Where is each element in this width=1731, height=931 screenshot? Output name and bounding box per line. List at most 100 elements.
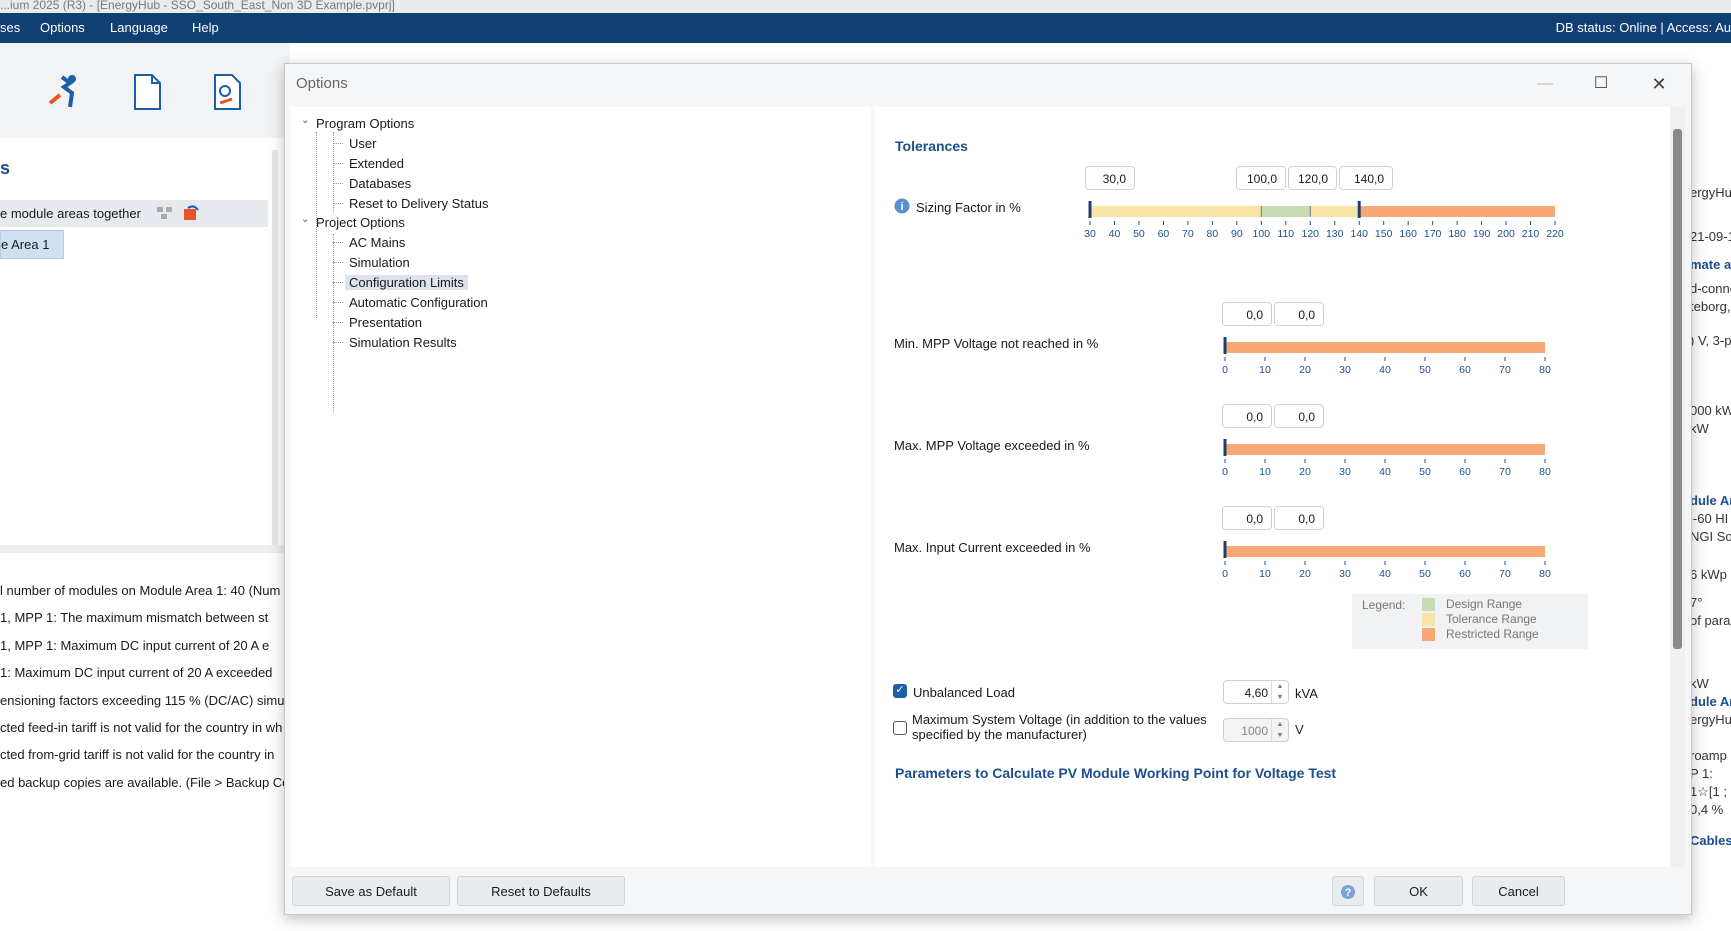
axis-tick-label: 0 [1222,568,1228,577]
help-button[interactable]: ? [1332,876,1364,906]
cancel-button[interactable]: Cancel [1472,876,1565,906]
axis-tick-label: 50 [1419,466,1431,475]
tree-node-program-options[interactable]: Program Options [316,116,414,131]
tree-collapse-icon[interactable]: ⌄ [301,214,309,225]
menu-item-ses[interactable]: ses [0,20,20,35]
unbalanced-load-checkbox[interactable]: ✓ [893,684,907,698]
tree-node-ac-mains[interactable]: AC Mains [349,235,405,250]
max-system-voltage-label: Maximum System Voltage (in addition to t… [912,712,1207,742]
project-summary-pane: ergyHu 21-09-1 mate a d-conne teborg,) V, 3-… [1690,43,1731,931]
maximize-icon[interactable]: ☐ [1591,74,1611,94]
menu-item-options[interactable]: Options [40,20,85,35]
unbalanced-load-unit: kVA [1295,686,1318,701]
min-mpp-field-1[interactable]: 0,0 [1222,302,1272,326]
axis-tick-label: 50 [1133,228,1145,237]
max-mpp-field-1[interactable]: 0,0 [1222,404,1272,428]
open-document-icon[interactable] [210,73,244,111]
tree-node-databases[interactable]: Databases [349,176,411,191]
summary-fragment: ergyHu [1690,712,1731,727]
message-item[interactable]: l number of modules on Module Area 1: 40… [0,583,280,598]
legend-tolerance-label: Tolerance Range [1446,612,1537,626]
axis-tick-label: 70 [1499,466,1511,475]
module-areas-label: e module areas together [0,206,141,221]
message-item[interactable]: cted feed-in tariff is not valid for the… [0,720,282,735]
tree-collapse-icon[interactable]: ⌄ [301,115,309,126]
summary-fragment: kW [1690,421,1709,436]
tree-node-presentation[interactable]: Presentation [349,315,422,330]
tree-node-simulation[interactable]: Simulation [349,255,410,270]
summary-fragment: 1☆[1 ; [1690,784,1727,799]
min-mpp-field-2[interactable]: 0,0 [1274,302,1324,326]
message-item[interactable]: 1: Maximum DC input current of 20 A exce… [0,665,272,680]
axis-tick-label: 60 [1459,466,1471,475]
axis-tick-label: 130 [1326,228,1344,237]
close-icon[interactable]: ✕ [1649,74,1669,94]
tree-node-reset-delivery[interactable]: Reset to Delivery Status [349,196,488,211]
axis-tick-label: 100 [1253,228,1271,237]
max-input-current-range-bar[interactable]: 0 10 20 30 40 50 60 70 80 [1215,531,1565,577]
module-area-edit-icon[interactable] [182,204,200,222]
max-current-field-2[interactable]: 0,0 [1274,506,1324,530]
max-system-voltage-spinner[interactable]: 1000 ▲ ▼ [1223,718,1289,742]
spinner-arrows-icon[interactable]: ▲ ▼ [1271,719,1288,741]
pane-splitter[interactable] [0,545,285,553]
axis-tick-label: 30 [1339,364,1351,373]
message-item[interactable]: 1, MPP 1: The maximum mismatch between s… [0,610,268,625]
tree-node-extended[interactable]: Extended [349,156,404,171]
run-icon[interactable] [48,73,82,111]
axis-tick-label: 80 [1539,568,1551,577]
info-icon[interactable]: i [894,198,910,214]
axis-tick-label: 70 [1499,364,1511,373]
tree-node-project-options[interactable]: Project Options [316,215,405,230]
axis-tick-label: 40 [1379,364,1391,373]
unbalanced-load-label: Unbalanced Load [913,685,1015,700]
message-item[interactable]: ensioning factors exceeding 115 % (DC/AC… [0,693,284,708]
minimize-icon[interactable]: — [1535,74,1555,94]
menu-item-language[interactable]: Language [110,20,168,35]
tree-node-configuration-limits[interactable]: Configuration Limits [345,275,468,290]
max-mpp-field-2[interactable]: 0,0 [1274,404,1324,428]
legend-restricted-label: Restricted Range [1446,627,1539,641]
max-system-voltage-label-line1: Maximum System Voltage (in addition to t… [912,712,1207,727]
summary-fragment: 6 kWp [1690,567,1727,582]
max-mpp-voltage-range-bar[interactable]: 0 10 20 30 40 50 60 70 80 [1215,429,1565,475]
save-as-default-button[interactable]: Save as Default [292,876,450,906]
sizing-design-min-field[interactable]: 100,0 [1236,166,1286,190]
module-area-item[interactable]: e Area 1 [0,230,64,259]
new-document-icon[interactable] [130,73,164,111]
svg-text:?: ? [1345,887,1352,899]
menu-item-help[interactable]: Help [192,20,219,35]
sizing-tolerance-max-field[interactable]: 140,0 [1339,166,1393,190]
axis-tick-label: 60 [1459,364,1471,373]
axis-tick-label: 80 [1207,228,1219,237]
ok-button[interactable]: OK [1374,876,1463,906]
spinner-arrows-icon[interactable]: ▲ ▼ [1271,681,1288,703]
summary-fragment: roamp [1690,748,1727,763]
help-icon: ? [1341,885,1355,899]
axis-tick-label: 80 [1539,364,1551,373]
design-segment [1261,206,1311,217]
max-system-voltage-checkbox[interactable] [893,721,907,735]
min-mpp-voltage-range-bar[interactable]: 0 10 20 30 40 50 60 70 80 [1215,327,1565,373]
tree-node-user[interactable]: User [349,136,376,151]
sizing-factor-range-bar[interactable]: 30 40 50 60 70 80 90 100 110 120 130 140 150 160 170 18… [1075,191,1565,237]
group-icon[interactable] [156,205,174,221]
tree-node-simulation-results[interactable]: Simulation Results [349,335,457,350]
message-item[interactable]: 1, MPP 1: Maximum DC input current of 20… [0,638,269,653]
message-item[interactable]: cted from-grid tariff is not valid for t… [0,747,274,762]
unbalanced-load-spinner[interactable]: 4,60 ▲ ▼ [1223,680,1289,704]
scrollbar-thumb[interactable] [1673,129,1682,649]
summary-fragment: ) V, 3-p [1690,333,1731,348]
left-pane-heading: s [0,158,11,178]
sizing-design-max-field[interactable]: 120,0 [1288,166,1337,190]
reset-to-defaults-button[interactable]: Reset to Defaults [457,876,625,906]
axis-tick-label: 60 [1158,228,1170,237]
axis-tick-label: 220 [1546,228,1564,237]
sizing-tolerance-min-field[interactable]: 30,0 [1085,166,1135,190]
tree-node-automatic-configuration[interactable]: Automatic Configuration [349,295,488,310]
message-item[interactable]: ed backup copies are available. (File > … [0,775,285,790]
axis-tick-label: 30 [1339,466,1351,475]
axis-tick-label: 10 [1259,568,1271,577]
max-current-field-1[interactable]: 0,0 [1222,506,1272,530]
content-scrollbar[interactable] [1670,107,1685,867]
